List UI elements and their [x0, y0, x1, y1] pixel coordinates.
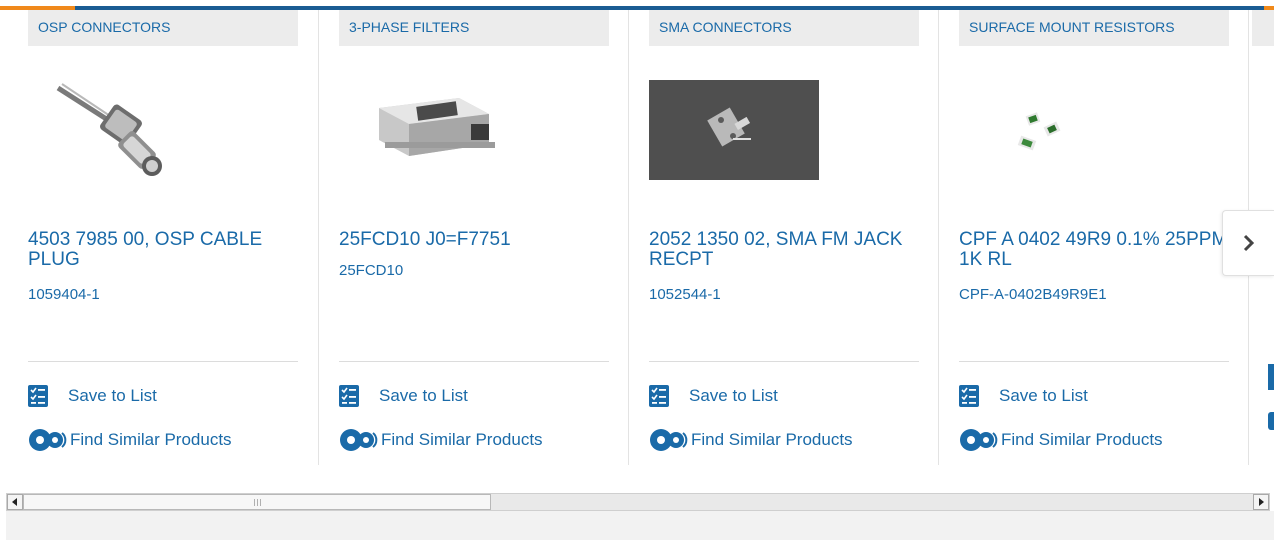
product-title[interactable]: 25FCD10 J0=F7751	[339, 230, 609, 250]
product-card: OSP CONNECTORS 4503 7985 00, OSP CABLE P…	[28, 10, 298, 465]
product-card: 3-PHASE FILTERS 25FCD10 J0=F7751 25FCD10…	[339, 10, 609, 465]
divider	[649, 361, 919, 362]
category-link[interactable]: SMA CONNECTORS	[649, 10, 919, 46]
save-to-list-button[interactable]: Save to List	[28, 384, 157, 408]
checklist-icon	[28, 385, 48, 407]
card-separator	[938, 10, 939, 465]
product-title[interactable]: 4503 7985 00, OSP CABLE PLUG	[28, 230, 298, 270]
category-link[interactable]: OSP CONNECTORS	[28, 10, 298, 46]
part-number[interactable]: 1052544-1	[649, 286, 721, 303]
part-number[interactable]: 1059404-1	[28, 286, 100, 303]
checklist-icon	[649, 385, 669, 407]
save-to-list-label: Save to List	[68, 386, 157, 405]
find-similar-label: Find Similar Products	[691, 430, 853, 449]
partial-next-card	[1252, 10, 1274, 46]
find-similar-button[interactable]: Find Similar Products	[649, 428, 853, 452]
gears-icon	[650, 429, 688, 451]
product-image[interactable]	[359, 80, 529, 180]
find-similar-button[interactable]: Find Similar Products	[28, 428, 232, 452]
category-link[interactable]: SURFACE MOUNT RESISTORS	[959, 10, 1229, 46]
product-title[interactable]: 2052 1350 02, SMA FM JACK RECPT	[649, 230, 919, 270]
triangle-left-icon	[12, 498, 17, 506]
save-to-list-label: Save to List	[689, 386, 778, 405]
product-carousel: OSP CONNECTORS 4503 7985 00, OSP CABLE P…	[0, 10, 1274, 465]
product-title[interactable]: CPF A 0402 49R9 0.1% 25PPM 1K RL	[959, 230, 1229, 270]
card-separator	[628, 10, 629, 465]
part-number[interactable]: 25FCD10	[339, 262, 403, 279]
gears-icon	[29, 429, 67, 451]
find-similar-button[interactable]: Find Similar Products	[959, 428, 1163, 452]
chevron-right-icon	[1243, 234, 1254, 252]
gears-icon	[960, 429, 998, 451]
find-similar-label: Find Similar Products	[70, 430, 232, 449]
product-image[interactable]	[649, 80, 819, 180]
scroll-left-button[interactable]	[7, 494, 23, 510]
footer-strip	[6, 511, 1274, 540]
checklist-icon	[959, 385, 979, 407]
category-link[interactable]: 3-PHASE FILTERS	[339, 10, 609, 46]
carousel-next-button[interactable]	[1222, 210, 1274, 276]
find-similar-label: Find Similar Products	[381, 430, 543, 449]
product-image[interactable]	[979, 80, 1149, 180]
scroll-right-button[interactable]	[1253, 494, 1269, 510]
save-to-list-button[interactable]: Save to List	[649, 384, 778, 408]
card-separator	[318, 10, 319, 465]
partial-checklist-icon	[1268, 364, 1274, 390]
divider	[959, 361, 1229, 362]
horizontal-scrollbar[interactable]	[6, 493, 1270, 511]
product-card: SURFACE MOUNT RESISTORS CPF A 0402 49R9 …	[959, 10, 1229, 465]
product-image[interactable]	[48, 80, 218, 180]
part-number[interactable]: CPF-A-0402B49R9E1	[959, 286, 1107, 303]
save-to-list-label: Save to List	[379, 386, 468, 405]
gears-icon	[340, 429, 378, 451]
divider	[28, 361, 298, 362]
save-to-list-button[interactable]: Save to List	[959, 384, 1088, 408]
save-to-list-label: Save to List	[999, 386, 1088, 405]
divider	[339, 361, 609, 362]
triangle-right-icon	[1259, 498, 1264, 506]
checklist-icon	[339, 385, 359, 407]
partial-gears-icon	[1268, 412, 1274, 430]
find-similar-label: Find Similar Products	[1001, 430, 1163, 449]
scrollbar-thumb[interactable]	[23, 494, 491, 510]
product-card: SMA CONNECTORS 2052 1350 02, SMA FM JACK…	[649, 10, 919, 465]
save-to-list-button[interactable]: Save to List	[339, 384, 468, 408]
find-similar-button[interactable]: Find Similar Products	[339, 428, 543, 452]
